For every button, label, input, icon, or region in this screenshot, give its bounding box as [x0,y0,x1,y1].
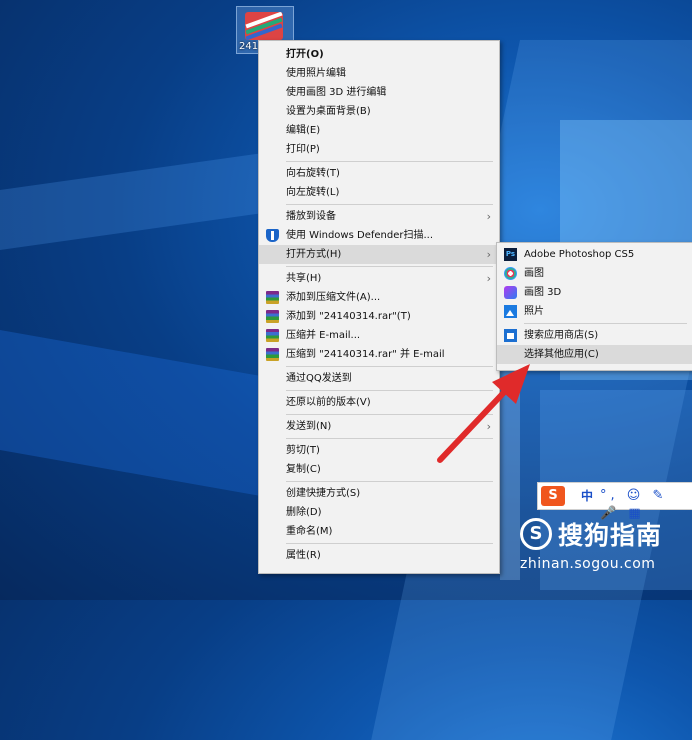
menu-item-label: 向右旋转(T) [286,168,340,179]
menu-separator [286,266,493,267]
menu-item-add-to-rar[interactable]: 添加到 "24140314.rar"(T) [259,307,499,326]
menu-item-cast-to-device[interactable]: 播放到设备 › [259,207,499,226]
photos-icon [504,305,517,318]
menu-item-label: 使用画图 3D 进行编辑 [286,87,387,98]
sogou-logo-icon[interactable]: S [541,486,565,506]
menu-item-label: 还原以前的版本(V) [286,397,371,408]
winrar-icon [266,348,279,361]
menu-item-label: 发送到(N) [286,421,332,432]
watermark-brand: 搜狗指南 [558,521,663,550]
menu-item-label: 打开(O) [286,49,324,60]
menu-item-label: 画图 3D [524,287,562,298]
menu-item-share[interactable]: 共享(H) › [259,269,499,288]
submenu-item-photos[interactable]: 照片 [497,302,692,321]
menu-item-create-shortcut[interactable]: 创建快捷方式(S) [259,484,499,503]
menu-item-label: 共享(H) [286,273,322,284]
menu-item-label: 画图 [524,268,544,279]
desktop-file-label: 241 [239,41,259,52]
watermark-url: zhinan.sogou.com [520,556,656,572]
submenu-item-photoshop[interactable]: Ps Adobe Photoshop CS5 [497,245,692,264]
menu-item-label: 属性(R) [286,550,321,561]
menu-item-label: 通过QQ发送到 [286,373,352,384]
menu-item-defender-scan[interactable]: 使用 Windows Defender扫描... [259,226,499,245]
menu-item-open-with[interactable]: 打开方式(H) › [259,245,499,264]
menu-item-label: 设置为桌面背景(B) [286,106,371,117]
menu-item-label: 打开方式(H) [286,249,342,260]
menu-item-edit[interactable]: 编辑(E) [259,121,499,140]
menu-item-label: 重命名(M) [286,526,333,537]
menu-separator [286,543,493,544]
menu-item-label: 打印(P) [286,144,320,155]
menu-item-label: 编辑(E) [286,125,321,136]
watermark-logo-icon: S [520,518,552,550]
wallpaper-beam [0,153,260,250]
menu-item-label: 搜索应用商店(S) [524,330,599,341]
menu-separator [286,161,493,162]
menu-item-label: 播放到设备 [286,211,336,222]
menu-item-label: 剪切(T) [286,445,320,456]
menu-item-rename[interactable]: 重命名(M) [259,522,499,541]
winrar-icon [266,329,279,342]
menu-item-set-desktop-background[interactable]: 设置为桌面背景(B) [259,102,499,121]
chevron-right-icon: › [486,272,491,285]
menu-item-rotate-right[interactable]: 向右旋转(T) [259,164,499,183]
chevron-right-icon: › [486,248,491,261]
menu-item-label: 使用照片编辑 [286,68,346,79]
menu-separator [286,204,493,205]
open-with-submenu: Ps Adobe Photoshop CS5 画图 画图 3D 照片 搜索应用商店… [496,242,692,371]
menu-item-label: Adobe Photoshop CS5 [524,249,635,260]
chevron-right-icon: › [486,210,491,223]
annotation-arrow [437,364,530,463]
winrar-icon [266,310,279,323]
menu-item-label: 添加到 "24140314.rar"(T) [286,311,411,322]
menu-item-print[interactable]: 打印(P) [259,140,499,159]
menu-separator [286,481,493,482]
submenu-item-paint3d[interactable]: 画图 3D [497,283,692,302]
submenu-item-paint[interactable]: 画图 [497,264,692,283]
defender-shield-icon [266,229,279,242]
store-icon [504,329,517,342]
menu-item-label: 删除(D) [286,507,322,518]
menu-item-label: 向左旋转(L) [286,187,340,198]
menu-item-label: 使用 Windows Defender扫描... [286,230,434,241]
menu-item-label: 复制(C) [286,464,321,475]
menu-item-edit-with-paint3d[interactable]: 使用画图 3D 进行编辑 [259,83,499,102]
winrar-icon [266,291,279,304]
menu-item-compress-email[interactable]: 压缩并 E-mail... [259,326,499,345]
wallpaper-beam [0,330,260,496]
photoshop-icon: Ps [504,248,517,261]
menu-item-label: 压缩并 E-mail... [286,330,361,341]
menu-item-delete[interactable]: 删除(D) [259,503,499,522]
menu-item-open[interactable]: 打开(O) [259,45,499,64]
paint-3d-icon [504,286,517,299]
menu-item-edit-with-photos[interactable]: 使用照片编辑 [259,64,499,83]
menu-item-rotate-left[interactable]: 向左旋转(L) [259,183,499,202]
ime-toolbar[interactable]: S 中 °, ☺ ✎ 🎤 ▦ [537,482,692,521]
menu-item-label: 创建快捷方式(S) [286,488,361,499]
context-menu: 打开(O) 使用照片编辑 使用画图 3D 进行编辑 设置为桌面背景(B) 编辑(… [258,40,500,574]
ime-mode-indicator[interactable]: 中 [581,486,593,506]
menu-item-label: 选择其他应用(C) [524,349,599,360]
menu-item-add-to-archive[interactable]: 添加到压缩文件(A)... [259,288,499,307]
menu-item-label: 添加到压缩文件(A)... [286,292,381,303]
submenu-item-search-store[interactable]: 搜索应用商店(S) [497,326,692,345]
paint-icon [504,267,517,280]
arrow-shaft [437,383,513,463]
menu-item-label: 照片 [524,306,544,317]
image-thumbnail-icon [245,12,283,40]
sogou-watermark: S 搜狗指南 zhinan.sogou.com [520,516,692,600]
menu-item-properties[interactable]: 属性(R) [259,546,499,565]
menu-separator [524,323,687,324]
menu-item-label: 压缩到 "24140314.rar" 并 E-mail [286,349,445,360]
